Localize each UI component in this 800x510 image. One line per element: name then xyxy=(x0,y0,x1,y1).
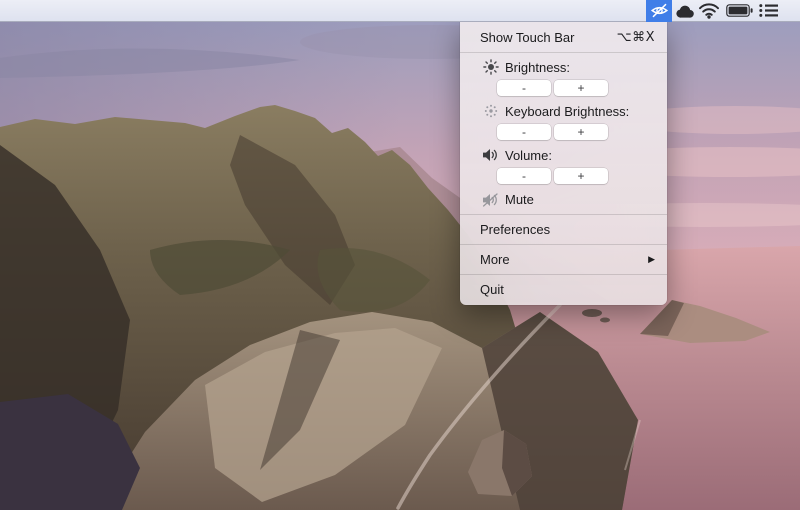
menu-separator xyxy=(460,244,667,245)
show-touch-bar-shortcut: ⌥⌘X xyxy=(616,30,655,45)
menu-item-mute[interactable]: Mute xyxy=(460,188,667,211)
keyboard-brightness-label: Keyboard Brightness: xyxy=(505,103,630,119)
volume-label: Volume: xyxy=(505,147,552,163)
brightness-section: Brightness: - + xyxy=(460,56,667,96)
sun-icon xyxy=(482,59,499,76)
list-icon[interactable] xyxy=(756,0,782,22)
keyboard-brightness-increase-button[interactable]: + xyxy=(554,124,608,140)
more-label: More xyxy=(480,252,510,267)
menu-item-preferences[interactable]: Preferences xyxy=(460,218,667,241)
cloud-icon[interactable] xyxy=(672,0,696,22)
eye-hidden-icon[interactable] xyxy=(646,0,672,22)
menu-item-more[interactable]: More ▶ xyxy=(460,248,667,271)
keyboard-brightness-icon xyxy=(482,103,499,120)
volume-section: Volume: - + xyxy=(460,144,667,184)
mute-label: Mute xyxy=(505,192,534,207)
volume-decrease-button[interactable]: - xyxy=(497,168,551,184)
quit-label: Quit xyxy=(480,282,504,297)
keyboard-brightness-decrease-button[interactable]: - xyxy=(497,124,551,140)
brightness-label: Brightness: xyxy=(505,59,571,75)
brightness-increase-button[interactable]: + xyxy=(554,80,608,96)
menu-bar xyxy=(0,0,800,22)
show-touch-bar-label: Show Touch Bar xyxy=(480,30,575,45)
catalina-wallpaper xyxy=(0,0,800,510)
menu-separator xyxy=(460,52,667,53)
speaker-mute-icon xyxy=(482,191,499,208)
brightness-decrease-button[interactable]: - xyxy=(497,80,551,96)
menu-item-quit[interactable]: Quit xyxy=(460,278,667,301)
menu-separator xyxy=(460,214,667,215)
battery-icon[interactable] xyxy=(722,0,756,22)
menu-item-show-touch-bar[interactable]: Show Touch Bar ⌥⌘X xyxy=(460,26,667,49)
preferences-label: Preferences xyxy=(480,222,551,237)
touchbar-dropdown-menu: Show Touch Bar ⌥⌘X Brightness: - + Keybo… xyxy=(460,22,667,305)
submenu-arrow-icon: ▶ xyxy=(648,254,655,265)
keyboard-brightness-section: Keyboard Brightness: - + xyxy=(460,100,667,140)
speaker-icon xyxy=(482,147,499,164)
wifi-icon[interactable] xyxy=(696,0,722,22)
menu-separator xyxy=(460,274,667,275)
volume-increase-button[interactable]: + xyxy=(554,168,608,184)
